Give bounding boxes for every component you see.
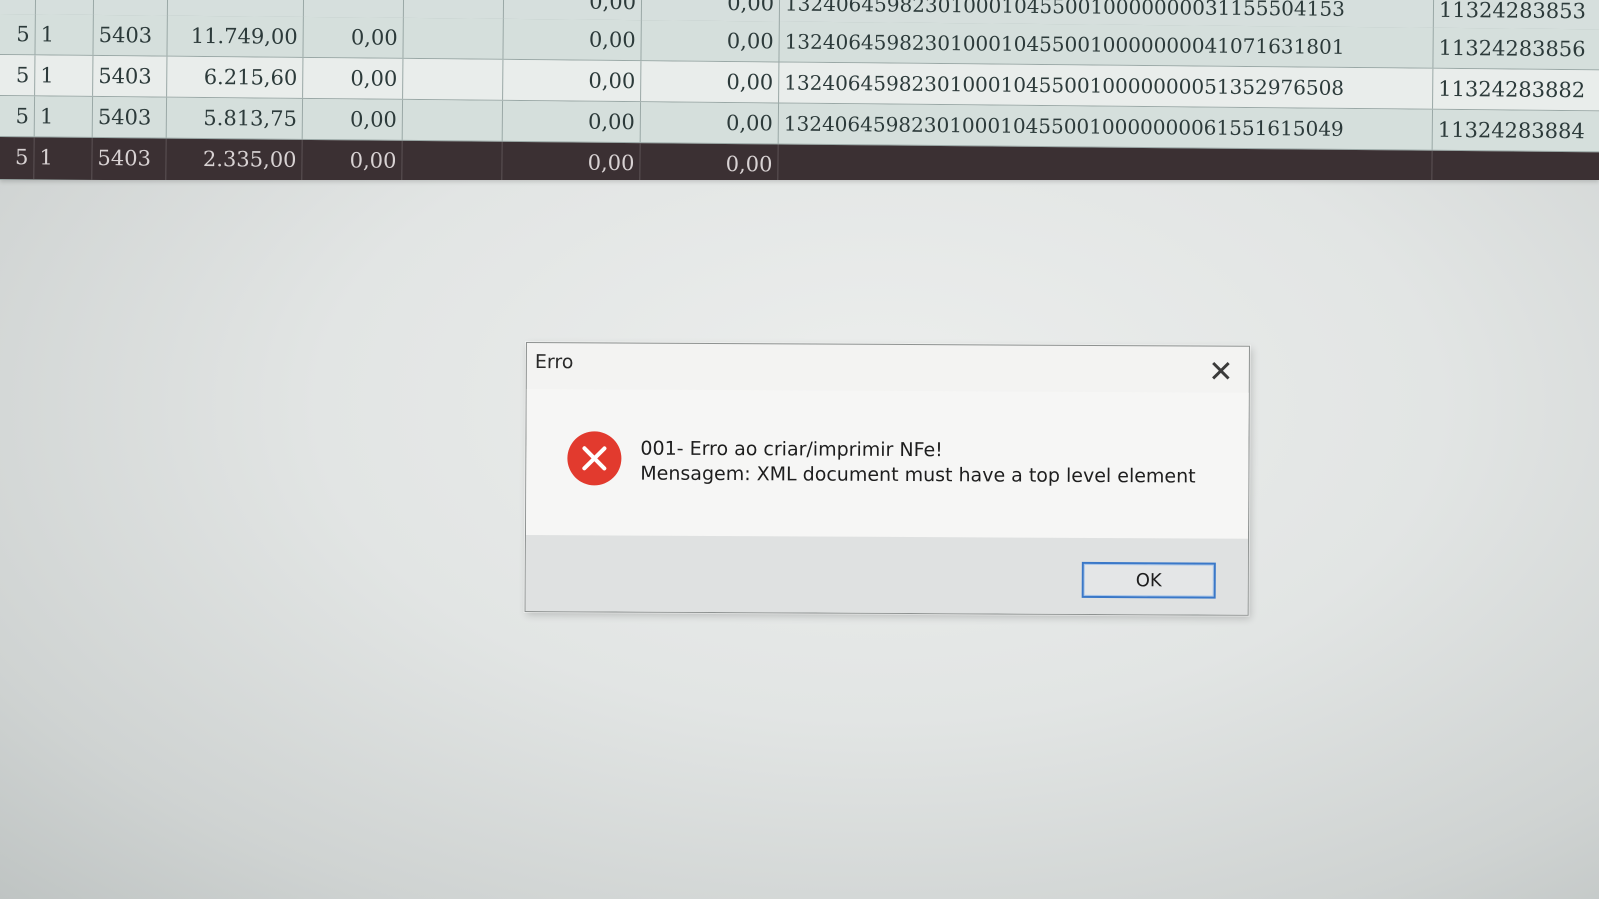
grid-cell — [167, 0, 305, 17]
cfop-cell: 5403 — [93, 55, 168, 97]
dialog-title: Erro — [534, 351, 574, 374]
error-message-line2: Mensagem: XML document must have a top l… — [640, 462, 1196, 488]
grid-cell: 0,00 — [640, 143, 779, 180]
access-key-cell — [778, 144, 1433, 180]
access-key-cell: 1324064598230100010455001000000004107163… — [779, 21, 1434, 68]
grid-cell: 5 — [0, 13, 36, 55]
dialog-body: 001- Erro ao criar/imprimir NFe! Mensage… — [525, 389, 1249, 539]
grid-cell: 0,00 — [302, 98, 404, 140]
grid-cell: 0,00 — [503, 0, 643, 21]
grid-cell: 1 — [34, 96, 94, 137]
grid-cell: 11324283882 — [1438, 76, 1586, 103]
value-cell: 2.335,00 — [166, 138, 303, 180]
value-cell: 11.749,00 — [167, 15, 304, 57]
grid-cell — [303, 0, 405, 18]
grid-cell — [403, 17, 504, 59]
value-cell: 6.215,60 — [167, 56, 304, 98]
grid-cell: 0,00 — [303, 16, 404, 58]
value-cell: 5.813,75 — [166, 97, 304, 139]
grid-cell: 0,00 — [640, 102, 780, 144]
grid-cell: 0,00 — [503, 59, 642, 102]
access-key-cell: 1324064598230100010455001000000006155161… — [778, 103, 1434, 150]
grid-cell: 0,00 — [502, 141, 641, 180]
grid-cell: 1 — [35, 14, 94, 55]
grid-cell: 5 — [0, 136, 35, 180]
cfop-cell: 5403 — [92, 96, 168, 138]
grid-cell — [403, 58, 504, 100]
grid-cell: 5 — [0, 95, 36, 137]
grid-cell — [1432, 151, 1599, 180]
grid-cell — [35, 0, 95, 15]
grid-cell: 11324283853 — [1438, 0, 1587, 24]
dialog-footer: OK — [525, 535, 1248, 615]
grid-cell — [402, 140, 503, 180]
error-message-line1: 001- Erro ao criar/imprimir NFe! — [640, 437, 943, 462]
grid-cell — [402, 99, 504, 141]
error-icon — [567, 431, 622, 486]
grid-cell: 0,00 — [503, 18, 642, 61]
grid-cell: 5 — [0, 54, 36, 96]
error-message: 001- Erro ao criar/imprimir NFe! Mensage… — [640, 437, 1196, 490]
grid-cell — [93, 0, 169, 16]
close-icon[interactable]: ✕ — [1201, 353, 1241, 391]
grid-cell: 0,00 — [303, 57, 404, 99]
cfop-cell: 5403 — [92, 137, 167, 180]
grid-cell — [403, 0, 505, 19]
grid-cell: 1 — [35, 55, 94, 96]
grid-cell: 11324283884 — [1437, 117, 1585, 144]
invoice-grid: 0,00 0,00 132406459823010001045500100000… — [0, 0, 1599, 180]
grid-cell: 0,00 — [641, 0, 781, 22]
grid-cell: 0,00 — [641, 61, 780, 103]
cfop-cell: 5403 — [93, 14, 168, 56]
error-dialog: Erro ✕ 001- Erro ao criar/imprimir NFe! … — [524, 342, 1250, 616]
ok-button[interactable]: OK — [1081, 561, 1216, 599]
access-key-cell: 1324064598230100010455001000000005135297… — [779, 62, 1434, 109]
grid-cell: 0,00 — [302, 139, 403, 180]
grid-cell — [0, 0, 37, 15]
grid-cell: 1 — [34, 137, 93, 180]
grid-cell: 0,00 — [641, 20, 780, 62]
grid-cell: 0,00 — [502, 100, 642, 143]
grid-cell: 11324283856 — [1438, 35, 1586, 62]
